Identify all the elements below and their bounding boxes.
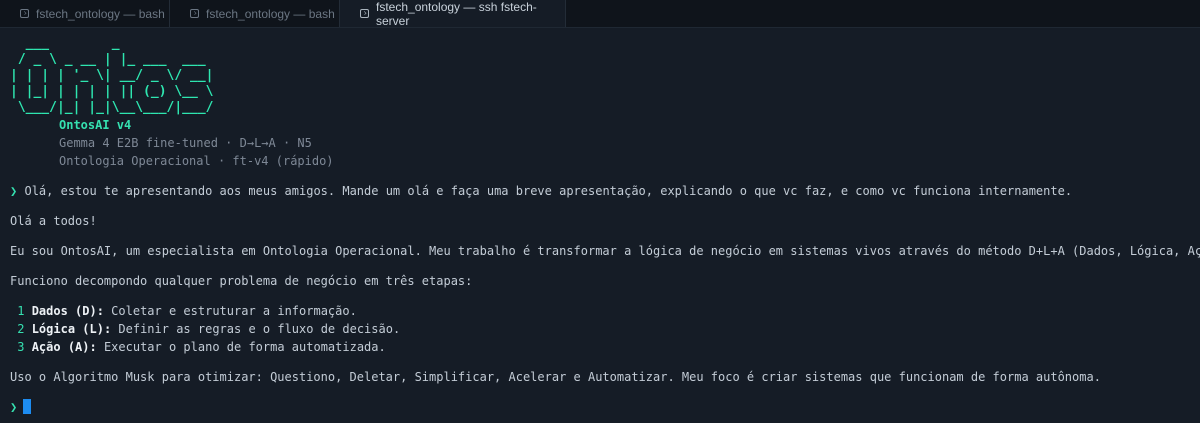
tab-label: fstech_ontology — bash <box>36 6 165 21</box>
terminal-icon <box>360 9 369 18</box>
step-title: Ação (A): <box>31 340 97 354</box>
tab-label: fstech_ontology — ssh fstech-server <box>376 0 537 28</box>
banner-model: Gemma 4 E2B fine-tuned · D→L→A · N5 <box>59 136 312 150</box>
logo-line: | | | | '_ \| __/ _ \/ __| <box>10 68 214 83</box>
tab-bar: fstech_ontology — bash fstech_ontology —… <box>0 0 1200 28</box>
step-title: Lógica (L): <box>31 322 112 336</box>
step-number: 1 <box>17 304 25 318</box>
terminal-icon <box>190 9 199 18</box>
list-item: 1 Dados (D): Coletar e estruturar a info… <box>10 302 1200 320</box>
step-title: Dados (D): <box>31 304 104 318</box>
text-cursor <box>23 399 32 414</box>
terminal-icon <box>20 9 29 18</box>
list-item: 2 Lógica (L): Definir as regras e o flux… <box>10 320 1200 338</box>
step-text: Executar o plano de forma automatizada. <box>96 340 386 354</box>
response-greeting: Olá a todos! <box>10 214 97 228</box>
tab-bash-1[interactable]: fstech_ontology — bash <box>0 0 170 27</box>
terminal-output[interactable]: ___ _ / _ \ _ __ | |_ ___ ___ | | | | '_… <box>10 36 1200 416</box>
logo-line: | |_| | | | | || (_) \__ \ <box>10 84 214 99</box>
step-number: 2 <box>17 322 25 336</box>
logo-line: ___ _ <box>10 36 120 51</box>
response-intro: Eu sou OntosAI, um especialista em Ontol… <box>10 244 1200 258</box>
step-text: Definir as regras e o fluxo de decisão. <box>111 322 401 336</box>
user-message-line: ❯ Olá, estou te apresentando aos meus am… <box>10 182 1200 200</box>
ascii-logo: ___ _ / _ \ _ __ | |_ ___ ___ | | | | '_… <box>10 36 1200 116</box>
response-closing: Uso o Algoritmo Musk para otimizar: Ques… <box>10 370 1101 384</box>
input-prompt-line[interactable]: ❯ <box>10 398 1200 416</box>
logo-line: / _ \ _ __ | |_ ___ ___ <box>10 52 206 67</box>
tab-label: fstech_ontology — bash <box>206 6 335 21</box>
list-item: 3 Ação (A): Executar o plano de forma au… <box>10 338 1200 356</box>
response-steps-intro: Funciono decompondo qualquer problema de… <box>10 274 473 288</box>
tab-ssh-server[interactable]: fstech_ontology — ssh fstech-server <box>340 0 566 28</box>
user-message: Olá, estou te apresentando aos meus amig… <box>24 184 1073 198</box>
logo-line: \___/|_| |_|\__\___/|___/ <box>10 100 214 115</box>
prompt-icon: ❯ <box>10 184 18 198</box>
prompt-icon: ❯ <box>10 400 18 414</box>
banner-name: OntosAI v4 <box>59 118 132 132</box>
banner-mode: Ontologia Operacional · ft-v4 (rápido) <box>59 154 334 168</box>
step-number: 3 <box>17 340 25 354</box>
tab-bash-2[interactable]: fstech_ontology — bash <box>170 0 340 27</box>
step-text: Coletar e estruturar a informação. <box>103 304 357 318</box>
